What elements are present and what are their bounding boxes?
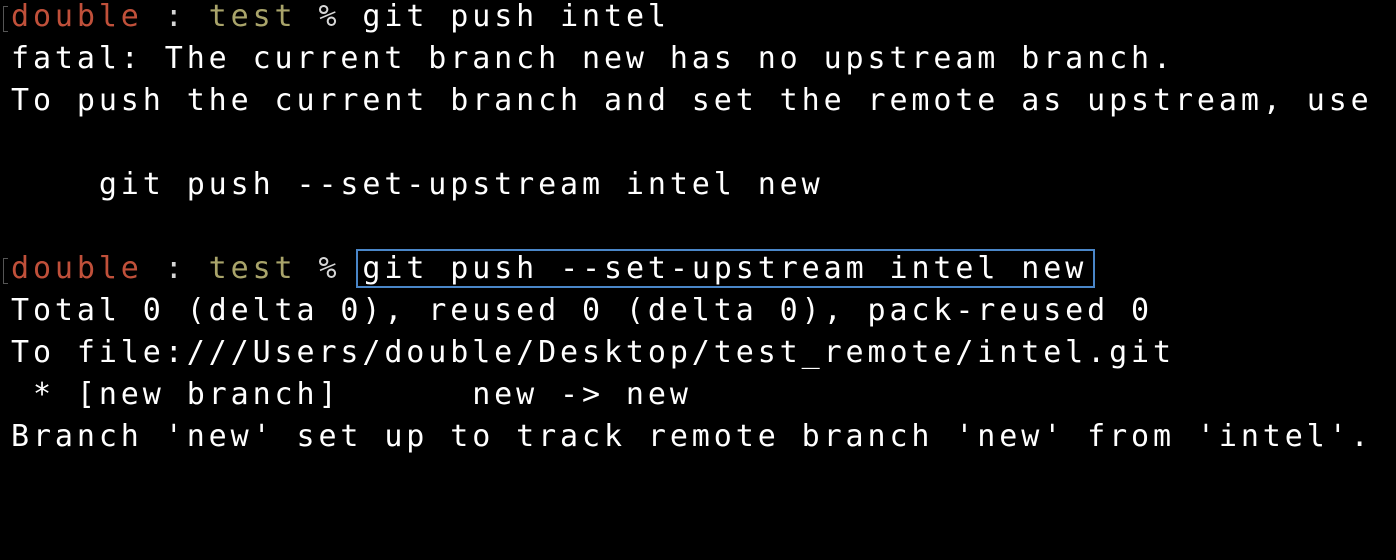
command-text[interactable]: git push intel (362, 0, 669, 34)
command-line-1: double : test % git push intel (11, 0, 670, 38)
highlighted-command-text[interactable]: git push --set-upstream intel new (356, 249, 1096, 288)
output-remote-url: To file:///Users/double/Desktop/test_rem… (11, 335, 1175, 370)
output-tracking: Branch 'new' set up to track remote bran… (11, 419, 1373, 454)
output-hint: To push the current branch and set the r… (11, 83, 1373, 118)
output-new-branch: * [new branch] new -> new (11, 377, 692, 412)
prompt-separator: : (142, 251, 209, 286)
prompt-symbol: % (296, 251, 363, 286)
output-suggestion: git push --set-upstream intel new (11, 167, 824, 202)
prompt-mark-icon (3, 258, 8, 284)
prompt-mark-icon (3, 6, 8, 32)
prompt-symbol: % (296, 0, 363, 34)
terminal-window[interactable]: double : test % git push intel fatal: Th… (0, 0, 1396, 456)
prompt-user: double (11, 0, 143, 34)
prompt-separator: : (142, 0, 209, 34)
output-fatal: fatal: The current branch new has no ups… (11, 41, 1175, 76)
command-line-2: double : test % git push --set-upstream … (11, 248, 1096, 290)
output-total: Total 0 (delta 0), reused 0 (delta 0), p… (11, 293, 1153, 328)
prompt-user: double (11, 251, 143, 286)
prompt-directory: test (208, 251, 297, 286)
prompt-directory: test (208, 0, 297, 34)
